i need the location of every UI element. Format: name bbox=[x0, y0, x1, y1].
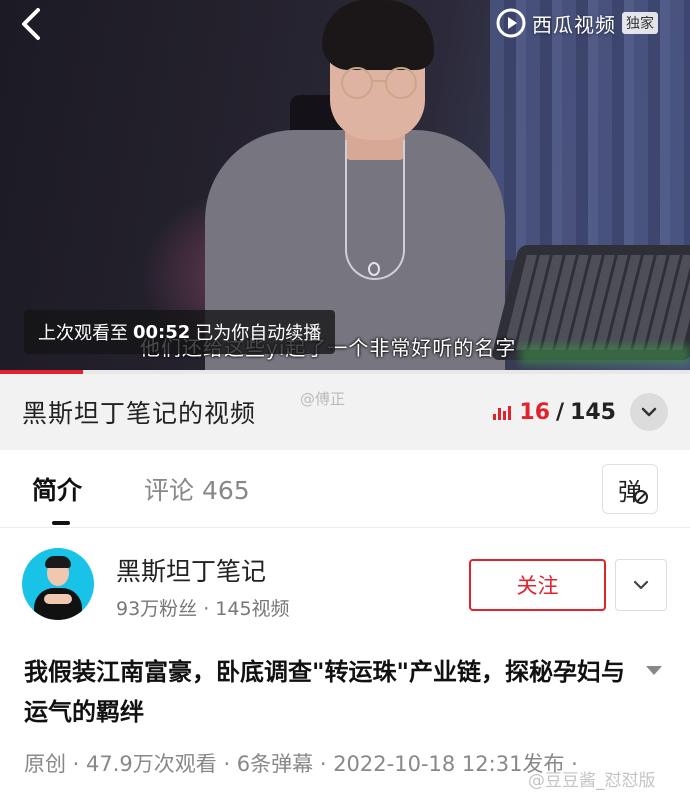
brand-name: 西瓜视频 bbox=[532, 12, 616, 37]
author-stats: 93万粉丝 · 145视频 bbox=[116, 598, 290, 620]
follow-button[interactable]: 关注 bbox=[469, 559, 606, 611]
keyboard-light bbox=[520, 345, 690, 365]
resume-prefix: 上次观看至 bbox=[38, 323, 128, 344]
expand-description-icon[interactable] bbox=[644, 663, 664, 677]
detail-tabs: 简介 评论 465 弹 bbox=[0, 450, 690, 528]
xigua-logo-icon bbox=[496, 8, 526, 38]
video-meta: 原创 · 47.9万次观看 · 6条弹幕 · 2022-10-18 12:31发… bbox=[24, 752, 578, 776]
tab-comments[interactable]: 评论 465 bbox=[144, 471, 250, 507]
chevron-down-icon bbox=[633, 580, 649, 590]
corner-watermark: @豆豆酱_怼怼版 bbox=[528, 771, 656, 791]
weibo-watermark: @傅正 bbox=[300, 390, 346, 408]
presenter-hair bbox=[322, 0, 434, 70]
avatar[interactable] bbox=[22, 548, 94, 620]
episode-separator: / bbox=[556, 399, 565, 425]
series-bar[interactable]: 黑斯坦丁笔记的视频 @傅正 16/145 bbox=[0, 374, 690, 450]
resume-suffix: 已为你自动续播 bbox=[195, 323, 322, 344]
video-title: 我假装江南富豪，卧底调查"转运珠"产业链，探秘孕妇与运气的羁绊 bbox=[24, 658, 626, 726]
keyboard-background bbox=[490, 245, 690, 360]
necklace-pendant bbox=[368, 262, 380, 276]
chevron-down-icon bbox=[641, 407, 657, 417]
author-row: 黑斯坦丁笔记 93万粉丝 · 145视频 关注 bbox=[0, 540, 690, 630]
playing-bars-icon bbox=[493, 404, 513, 420]
current-episode: 16 bbox=[519, 399, 551, 425]
series-title: 黑斯坦丁笔记的视频 bbox=[22, 399, 257, 428]
exclusive-badge: 独家 bbox=[622, 12, 658, 34]
episode-counter: 16/145 bbox=[493, 400, 616, 425]
danmaku-toggle-button[interactable]: 弹 bbox=[602, 464, 658, 514]
author-name[interactable]: 黑斯坦丁笔记 bbox=[116, 552, 266, 588]
resume-time: 00:52 bbox=[133, 321, 191, 343]
presenter-glasses bbox=[341, 67, 417, 99]
back-arrow-icon[interactable] bbox=[14, 6, 50, 42]
tab-intro[interactable]: 简介 bbox=[32, 471, 82, 525]
expand-series-button[interactable] bbox=[630, 393, 668, 431]
total-episodes: 145 bbox=[570, 399, 616, 425]
danmaku-off-icon bbox=[634, 490, 648, 504]
resume-toast: 上次观看至 00:52 已为你自动续播 bbox=[24, 310, 336, 354]
author-more-button[interactable] bbox=[615, 559, 667, 611]
watermark-brand: 西瓜视频 独家 bbox=[496, 8, 658, 38]
video-player[interactable]: 西瓜视频 独家 他们还给这些yi起了一个非常好听的名字 上次观看至 00:52 … bbox=[0, 0, 690, 372]
presenter-necklace bbox=[345, 140, 405, 280]
curtain-background bbox=[490, 0, 690, 260]
